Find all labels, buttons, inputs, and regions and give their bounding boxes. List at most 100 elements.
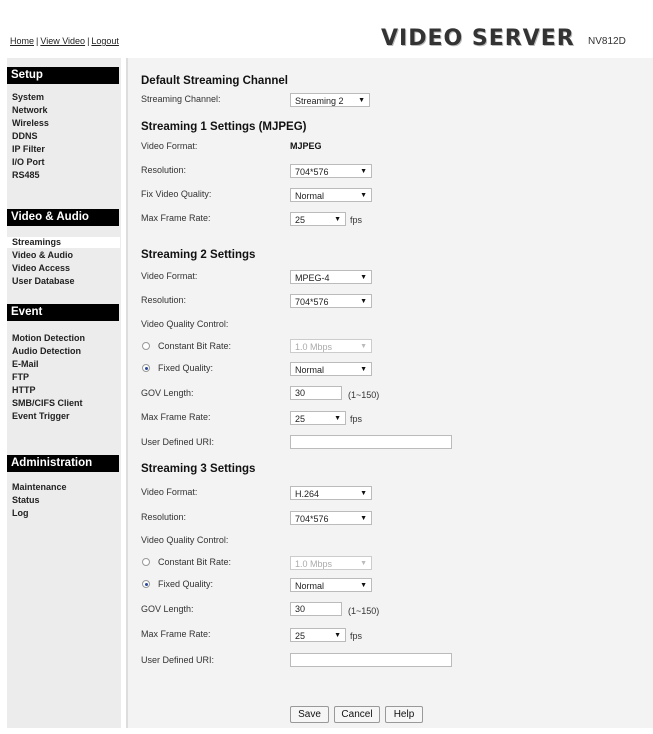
s3-resolution-select[interactable]: 704*576 ▼ xyxy=(290,511,372,525)
s3-vqc-label: Video Quality Control: xyxy=(141,535,229,545)
chevron-down-icon: ▼ xyxy=(360,274,367,281)
view-video-link[interactable]: View Video xyxy=(40,36,85,46)
streaming-channel-select[interactable]: Streaming 2 ▼ xyxy=(290,93,370,107)
s2-fixed-radio[interactable] xyxy=(142,364,150,372)
s1-resolution-value: 704*576 xyxy=(295,167,329,177)
sidebar-item-audio-detection[interactable]: Audio Detection xyxy=(12,346,81,357)
s2-cbr-label: Constant Bit Rate: xyxy=(158,341,232,351)
sidebar-item-user-database[interactable]: User Database xyxy=(12,276,75,287)
main-content: Default Streaming Channel Streaming Chan… xyxy=(128,58,653,728)
sidebar: Setup System Network Wireless DDNS IP Fi… xyxy=(7,58,121,728)
s3-cbr-select[interactable]: 1.0 Mbps ▼ xyxy=(290,556,372,570)
s2-framerate-label: Max Frame Rate: xyxy=(141,412,211,422)
save-button[interactable]: Save xyxy=(290,706,329,723)
header: Home | View Video | Logout VIDEO SERVER NV81… xyxy=(0,0,653,58)
s3-gov-input[interactable]: 30 xyxy=(290,602,342,616)
chevron-down-icon: ▼ xyxy=(360,343,367,350)
s2-format-label: Video Format: xyxy=(141,271,198,281)
section-video-audio: Video & Audio xyxy=(7,209,119,226)
streaming3-heading: Streaming 3 Settings xyxy=(141,463,256,475)
s1-framerate-select[interactable]: 25 ▼ xyxy=(290,212,346,226)
sidebar-item-log[interactable]: Log xyxy=(12,508,29,519)
s3-gov-label: GOV Length: xyxy=(141,604,194,614)
section-administration: Administration xyxy=(7,455,119,472)
s2-format-select[interactable]: MPEG-4 ▼ xyxy=(290,270,372,284)
chevron-down-icon: ▼ xyxy=(334,632,341,639)
sidebar-item-rs485[interactable]: RS485 xyxy=(12,170,40,181)
s3-format-value: H.264 xyxy=(295,489,320,499)
s3-framerate-select[interactable]: 25 ▼ xyxy=(290,628,346,642)
chevron-down-icon: ▼ xyxy=(360,168,367,175)
s2-framerate-select[interactable]: 25 ▼ xyxy=(290,411,346,425)
chevron-down-icon: ▼ xyxy=(358,97,365,104)
sidebar-item-motion-detection[interactable]: Motion Detection xyxy=(12,333,85,344)
sidebar-item-ddns[interactable]: DDNS xyxy=(12,131,38,142)
s2-vqc-label: Video Quality Control: xyxy=(141,319,229,329)
help-button[interactable]: Help xyxy=(385,706,423,723)
s1-resolution-label: Resolution: xyxy=(141,165,187,175)
s1-quality-value: Normal xyxy=(295,191,325,201)
s3-cbr-label: Constant Bit Rate: xyxy=(158,557,232,567)
s3-fixed-radio[interactable] xyxy=(142,580,150,588)
s2-fps-unit: fps xyxy=(350,414,363,424)
s3-resolution-value: 704*576 xyxy=(295,514,329,524)
s2-uri-input[interactable] xyxy=(290,435,452,449)
chevron-down-icon: ▼ xyxy=(334,216,341,223)
s2-cbr-radio[interactable] xyxy=(142,342,150,350)
chevron-down-icon: ▼ xyxy=(360,298,367,305)
s3-fixed-select[interactable]: Normal ▼ xyxy=(290,578,372,592)
s3-format-select[interactable]: H.264 ▼ xyxy=(290,486,372,500)
sidebar-item-io-port[interactable]: I/O Port xyxy=(12,157,45,168)
sidebar-item-email[interactable]: E-Mail xyxy=(12,359,39,370)
sidebar-item-ftp[interactable]: FTP xyxy=(12,372,29,383)
s3-cbr-radio[interactable] xyxy=(142,558,150,566)
home-link[interactable]: Home xyxy=(10,36,34,46)
s3-format-label: Video Format: xyxy=(141,487,198,497)
s3-uri-input[interactable] xyxy=(290,653,452,667)
sidebar-item-http[interactable]: HTTP xyxy=(12,385,36,396)
sidebar-item-status[interactable]: Status xyxy=(12,495,40,506)
s2-gov-input[interactable]: 30 xyxy=(290,386,342,400)
streaming-channel-label: Streaming Channel: xyxy=(141,94,221,104)
s2-uri-label: User Defined URI: xyxy=(141,437,215,447)
section-event: Event xyxy=(7,304,119,321)
s2-resolution-value: 704*576 xyxy=(295,297,329,307)
top-nav: Home | View Video | Logout xyxy=(10,36,119,46)
s3-fixed-value: Normal xyxy=(295,581,325,591)
s1-framerate-label: Max Frame Rate: xyxy=(141,213,211,223)
s2-gov-label: GOV Length: xyxy=(141,388,194,398)
s3-fixed-label: Fixed Quality: xyxy=(158,579,214,589)
chevron-down-icon: ▼ xyxy=(360,490,367,497)
s2-fixed-select[interactable]: Normal ▼ xyxy=(290,362,372,376)
brand-title: VIDEO SERVER xyxy=(381,26,575,51)
logout-link[interactable]: Logout xyxy=(91,36,119,46)
sidebar-item-video-audio[interactable]: Video & Audio xyxy=(12,250,73,261)
sidebar-item-network[interactable]: Network xyxy=(12,105,48,116)
s1-fps-unit: fps xyxy=(350,215,363,225)
s2-resolution-select[interactable]: 704*576 ▼ xyxy=(290,294,372,308)
s1-quality-select[interactable]: Normal ▼ xyxy=(290,188,372,202)
default-streaming-heading: Default Streaming Channel xyxy=(141,75,288,87)
chevron-down-icon: ▼ xyxy=(334,415,341,422)
chevron-down-icon: ▼ xyxy=(360,366,367,373)
sidebar-item-maintenance[interactable]: Maintenance xyxy=(12,482,67,493)
chevron-down-icon: ▼ xyxy=(360,192,367,199)
cancel-button[interactable]: Cancel xyxy=(334,706,380,723)
sidebar-item-smb-cifs-client[interactable]: SMB/CIFS Client xyxy=(12,398,83,409)
s2-resolution-label: Resolution: xyxy=(141,295,187,305)
sidebar-item-video-access[interactable]: Video Access xyxy=(12,263,70,274)
s3-uri-label: User Defined URI: xyxy=(141,655,215,665)
s3-fps-unit: fps xyxy=(350,631,363,641)
sidebar-item-ip-filter[interactable]: IP Filter xyxy=(12,144,45,155)
sidebar-item-system[interactable]: System xyxy=(12,92,44,103)
sidebar-item-wireless[interactable]: Wireless xyxy=(12,118,49,129)
streaming1-heading: Streaming 1 Settings (MJPEG) xyxy=(141,121,307,133)
s1-quality-label: Fix Video Quality: xyxy=(141,189,212,199)
sidebar-item-streamings[interactable]: Streamings xyxy=(7,237,120,248)
sidebar-item-event-trigger[interactable]: Event Trigger xyxy=(12,411,70,422)
s2-fixed-label: Fixed Quality: xyxy=(158,363,214,373)
s1-resolution-select[interactable]: 704*576 ▼ xyxy=(290,164,372,178)
s3-framerate-value: 25 xyxy=(295,631,306,641)
s2-cbr-select[interactable]: 1.0 Mbps ▼ xyxy=(290,339,372,353)
chevron-down-icon: ▼ xyxy=(360,560,367,567)
